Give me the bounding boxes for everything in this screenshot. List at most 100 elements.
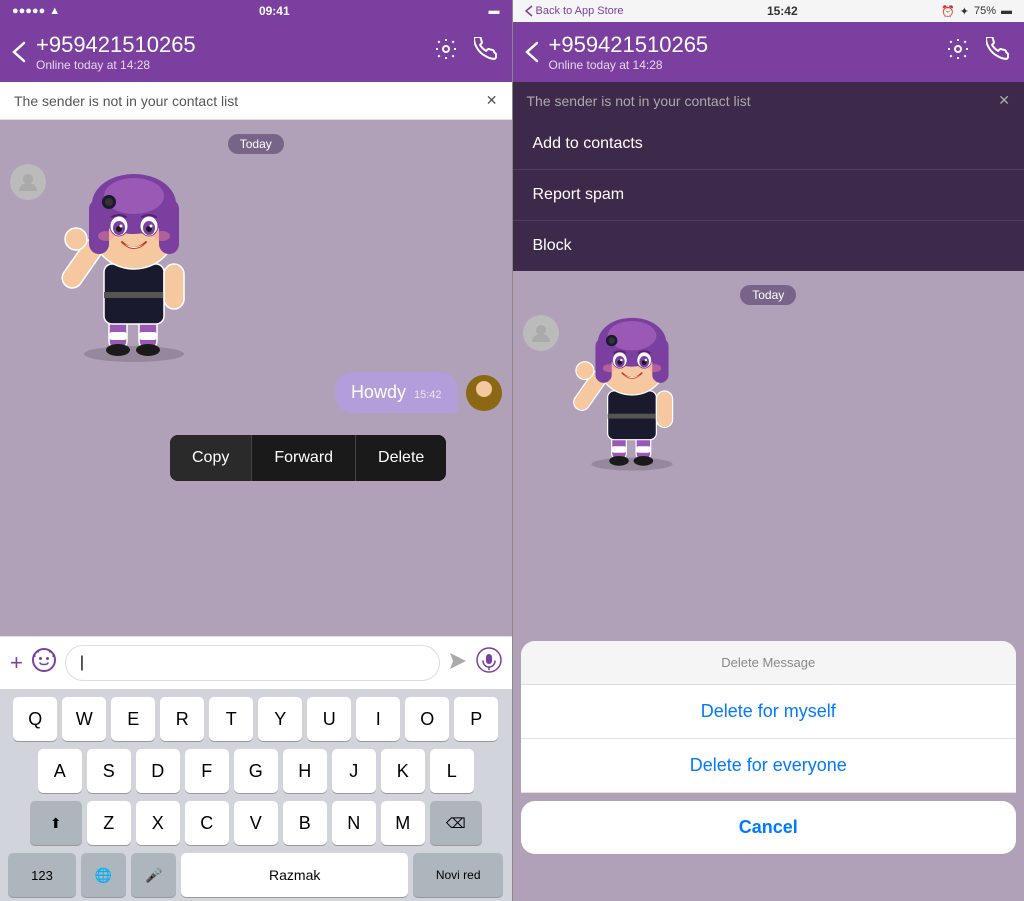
key-t[interactable]: T <box>209 697 253 741</box>
mic-icon[interactable] <box>476 647 502 679</box>
signal-dots: ●●●●● <box>12 5 45 17</box>
battery-label: 75% <box>974 5 996 17</box>
left-status-bar: ●●●●● ▲ 09:41 ▬ <box>0 0 512 22</box>
forward-button[interactable]: Forward <box>252 435 356 481</box>
space-key[interactable]: Razmak <box>181 853 407 897</box>
delete-for-everyone-button[interactable]: Delete for everyone <box>521 739 1017 793</box>
report-spam-item[interactable]: Report spam <box>513 170 1024 221</box>
back-button[interactable] <box>12 41 26 63</box>
shift-key[interactable]: ⬆ <box>30 801 82 845</box>
r-warning-close-icon[interactable]: ✕ <box>998 92 1010 109</box>
right-status-bar: Back to App Store 15:42 ⏰ ✦ 75% ▬ <box>513 0 1024 22</box>
message-input[interactable] <box>65 645 440 681</box>
signal-icons: ●●●●● ▲ <box>12 5 60 17</box>
settings-icon[interactable] <box>434 37 458 67</box>
key-o[interactable]: O <box>405 697 449 741</box>
add-contacts-item[interactable]: Add to contacts <box>513 119 1024 170</box>
alarm-icon: ⏰ <box>941 5 955 18</box>
key-e[interactable]: E <box>111 697 155 741</box>
right-header: +959421510265 Online today at 14:28 <box>513 22 1024 82</box>
key-h[interactable]: H <box>283 749 327 793</box>
delete-modal-title: Delete Message <box>521 641 1017 685</box>
dropdown-menu: The sender is not in your contact list ✕… <box>513 82 1024 271</box>
block-item[interactable]: Block <box>513 221 1024 271</box>
howdy-message: Howdy 15:42 <box>0 364 512 421</box>
r-warning-banner: The sender is not in your contact list ✕ <box>513 82 1024 119</box>
key-a[interactable]: A <box>38 749 82 793</box>
right-clock: 15:42 <box>767 4 798 18</box>
delete-key[interactable]: ⌫ <box>430 801 482 845</box>
key-g[interactable]: G <box>234 749 278 793</box>
key-b[interactable]: B <box>283 801 327 845</box>
globe-key[interactable]: 🌐 <box>81 853 126 897</box>
numbers-key[interactable]: 123 <box>8 853 76 897</box>
send-icon[interactable] <box>448 651 468 676</box>
keyboard-row-2: A S D F G H J K L <box>4 749 508 793</box>
key-x[interactable]: X <box>136 801 180 845</box>
key-d[interactable]: D <box>136 749 180 793</box>
right-chat-area: Today <box>513 271 1024 901</box>
key-j[interactable]: J <box>332 749 376 793</box>
sticker-icon[interactable] <box>31 647 57 679</box>
key-n[interactable]: N <box>332 801 376 845</box>
key-u[interactable]: U <box>307 697 351 741</box>
bluetooth-icon: ✦ <box>960 5 969 18</box>
context-menu: Copy Forward Delete <box>170 435 446 481</box>
r-header-icons <box>946 37 1012 67</box>
call-icon[interactable] <box>474 37 500 67</box>
date-badge-left: Today <box>0 134 512 154</box>
r-back-button[interactable] <box>525 41 539 63</box>
sender-avatar <box>10 164 46 200</box>
key-f[interactable]: F <box>185 749 229 793</box>
key-s[interactable]: S <box>87 749 131 793</box>
input-area: + <box>0 636 512 689</box>
delete-for-myself-button[interactable]: Delete for myself <box>521 685 1017 739</box>
key-p[interactable]: P <box>454 697 498 741</box>
return-key[interactable]: Novi red <box>413 853 504 897</box>
left-panel: ●●●●● ▲ 09:41 ▬ +959421510265 Online tod… <box>0 0 512 901</box>
r-call-icon[interactable] <box>986 37 1012 67</box>
r-settings-icon[interactable] <box>946 37 970 67</box>
key-l[interactable]: L <box>430 749 474 793</box>
key-k[interactable]: K <box>381 749 425 793</box>
left-chat-area: Today <box>0 120 512 636</box>
header-action-icons <box>434 37 500 67</box>
keyboard: Q W E R T Y U I O P A S D F G H J K L ⬆ … <box>0 689 512 901</box>
howdy-bubble: Howdy 15:42 <box>335 372 458 413</box>
contact-info: +959421510265 Online today at 14:28 <box>36 32 424 72</box>
contact-status: Online today at 14:28 <box>36 58 424 72</box>
key-q[interactable]: Q <box>13 697 57 741</box>
left-status-right: ▬ <box>488 5 499 17</box>
key-m[interactable]: M <box>381 801 425 845</box>
key-r[interactable]: R <box>160 697 204 741</box>
key-w[interactable]: W <box>62 697 106 741</box>
battery-bar: ▬ <box>1001 5 1012 17</box>
back-to-store[interactable]: Back to App Store <box>525 5 624 17</box>
keyboard-row-1: Q W E R T Y U I O P <box>4 697 508 741</box>
battery-icon: ▬ <box>488 5 499 17</box>
key-c[interactable]: C <box>185 801 229 845</box>
key-y[interactable]: Y <box>258 697 302 741</box>
keyboard-row-3: ⬆ Z X C V B N M ⌫ <box>4 801 508 845</box>
warning-close-icon[interactable]: ✕ <box>486 92 498 109</box>
delete-modal-overlay: Delete Message Delete for myself Delete … <box>513 641 1024 901</box>
delete-button[interactable]: Delete <box>356 435 446 481</box>
left-warning-banner: The sender is not in your contact list ✕ <box>0 82 512 120</box>
wifi-icon: ▲ <box>49 5 60 17</box>
sticker-image <box>54 174 214 364</box>
sticker-message <box>0 154 512 364</box>
key-v[interactable]: V <box>234 801 278 845</box>
cancel-button[interactable]: Cancel <box>521 801 1017 854</box>
r-sticker-message <box>513 305 1024 475</box>
r-contact-status: Online today at 14:28 <box>549 58 937 72</box>
howdy-time: 15:42 <box>414 389 442 401</box>
key-i[interactable]: I <box>356 697 400 741</box>
r-date-badge: Today <box>513 285 1024 305</box>
mic-key[interactable]: 🎤 <box>131 853 176 897</box>
plus-icon[interactable]: + <box>10 650 23 676</box>
sender-avatar-howdy <box>466 375 502 411</box>
delete-modal: Delete Message Delete for myself Delete … <box>521 641 1017 793</box>
key-z[interactable]: Z <box>87 801 131 845</box>
copy-button[interactable]: Copy <box>170 435 252 481</box>
right-panel: Back to App Store 15:42 ⏰ ✦ 75% ▬ +95942… <box>513 0 1024 901</box>
